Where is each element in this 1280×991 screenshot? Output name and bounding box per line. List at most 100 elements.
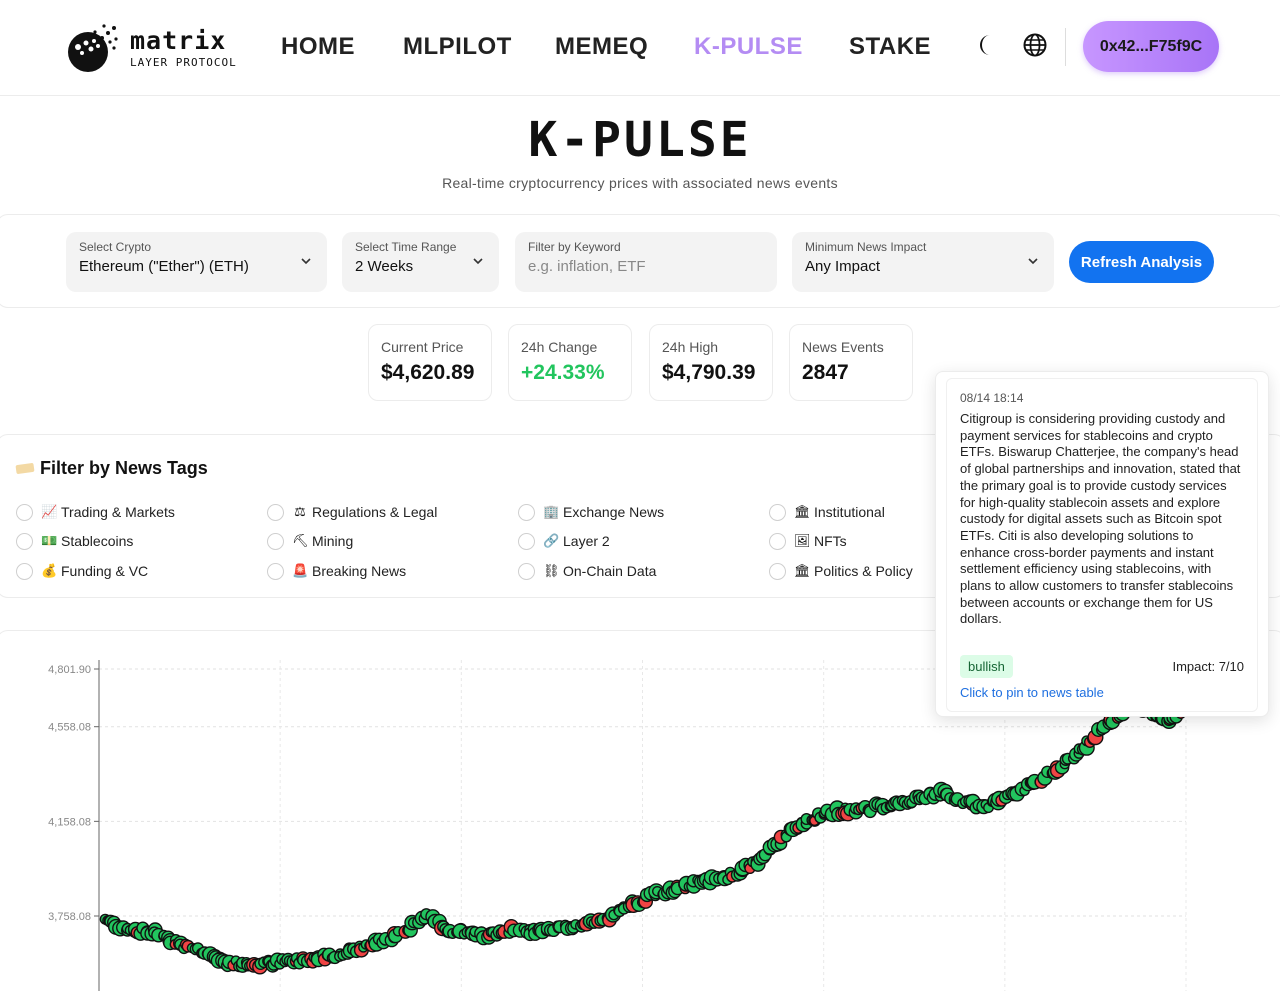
tag-trading-markets[interactable]: 📈 Trading & Markets bbox=[16, 502, 175, 522]
tag-label: Politics & Policy bbox=[814, 563, 913, 579]
checkbox[interactable] bbox=[518, 532, 535, 550]
tag-label: Stablecoins bbox=[61, 533, 134, 549]
tag-label: On-Chain Data bbox=[563, 563, 657, 579]
checkbox[interactable] bbox=[769, 503, 786, 521]
refresh-analysis-button[interactable]: Refresh Analysis bbox=[1069, 241, 1214, 283]
tag-icon bbox=[15, 462, 35, 475]
nav-memeq[interactable]: MEMEQ bbox=[555, 33, 648, 61]
news-tooltip[interactable]: 08/14 18:14 Citigroup is considering pro… bbox=[935, 371, 1269, 717]
tag-institutional[interactable]: 🏛 Institutional bbox=[769, 502, 885, 522]
brand-name: matrix bbox=[130, 26, 227, 55]
stat-value: $4,620.89 bbox=[381, 361, 475, 384]
keyword-filter-label: Filter by Keyword bbox=[528, 240, 621, 254]
checkbox[interactable] bbox=[267, 503, 284, 521]
stat-value: 2847 bbox=[802, 361, 849, 384]
top-header: matrix LAYER PROTOCOL HOME MLPILOT MEMEQ… bbox=[0, 0, 1280, 96]
stat-card-24h-change: 24h Change +24.33% bbox=[508, 324, 632, 401]
globe-icon[interactable] bbox=[1022, 32, 1048, 58]
checkbox[interactable] bbox=[518, 562, 535, 580]
stat-card-24h-high: 24h High $4,790.39 bbox=[649, 324, 773, 401]
checkbox[interactable] bbox=[769, 532, 786, 550]
tag-funding-vc[interactable]: 💰 Funding & VC bbox=[16, 561, 148, 581]
stat-value: +24.33% bbox=[521, 361, 605, 384]
checkbox[interactable] bbox=[267, 532, 284, 550]
stat-label: News Events bbox=[802, 339, 884, 355]
stat-label: Current Price bbox=[381, 339, 464, 355]
y-tick-label: 4,158.08 bbox=[48, 816, 91, 828]
checkbox[interactable] bbox=[518, 503, 535, 521]
tag-regulations-legal[interactable]: ⚖ Regulations & Legal bbox=[267, 502, 437, 522]
checkbox[interactable] bbox=[769, 562, 786, 580]
checkbox[interactable] bbox=[16, 503, 33, 521]
select-time-range-dropdown[interactable]: Select Time Range 2 Weeks bbox=[342, 232, 499, 292]
sentiment-badge: bullish bbox=[960, 654, 1013, 678]
minimum-impact-value: Any Impact bbox=[805, 258, 881, 275]
stat-value: $4,790.39 bbox=[662, 361, 756, 384]
impact-score: Impact: 7/10 bbox=[1172, 658, 1244, 674]
tag-politics-policy[interactable]: 🏛 Politics & Policy bbox=[769, 561, 913, 581]
tag-stablecoins[interactable]: 💵 Stablecoins bbox=[16, 531, 133, 551]
tooltip-text: Citigroup is considering providing custo… bbox=[960, 411, 1241, 627]
tag-label: Institutional bbox=[814, 504, 885, 520]
matrix-logo-icon bbox=[68, 24, 118, 72]
tag-label: NFTs bbox=[814, 533, 847, 549]
time-range-label: Select Time Range bbox=[355, 240, 457, 254]
stat-label: 24h High bbox=[662, 339, 719, 355]
tooltip-date: 08/14 18:14 bbox=[960, 391, 1024, 405]
select-crypto-value: Ethereum ("Ether") (ETH) bbox=[79, 258, 249, 275]
nav-mlpilot[interactable]: MLPILOT bbox=[403, 33, 512, 61]
y-tick-label: 4,801.90 bbox=[48, 664, 91, 676]
time-range-value: 2 Weeks bbox=[355, 258, 414, 275]
chevron-down-icon bbox=[1028, 258, 1038, 265]
tag-label: Mining bbox=[312, 533, 354, 549]
news-tags-title-text: Filter by News Tags bbox=[40, 458, 208, 478]
nav-k-pulse[interactable]: K-PULSE bbox=[694, 33, 803, 61]
bank-icon: 🏛 bbox=[794, 563, 811, 579]
checkbox[interactable] bbox=[16, 562, 33, 580]
bank-icon: 🏛 bbox=[794, 504, 811, 520]
page-subtitle: Real-time cryptocurrency prices with ass… bbox=[442, 175, 838, 191]
tag-breaking-news[interactable]: 🚨 Breaking News bbox=[267, 561, 406, 581]
moon-icon[interactable] bbox=[973, 32, 999, 58]
news-tags-title: Filter by News Tags bbox=[15, 458, 208, 479]
siren-icon: 🚨 bbox=[292, 563, 309, 579]
money-bag-icon: 💰 bbox=[41, 563, 58, 579]
tag-label: Breaking News bbox=[312, 563, 407, 579]
brand-logo[interactable]: matrix LAYER PROTOCOL bbox=[64, 20, 244, 76]
select-crypto-label: Select Crypto bbox=[79, 240, 152, 254]
chain-icon: ⛓ bbox=[543, 563, 560, 579]
tag-nfts[interactable]: 🖼 NFTs bbox=[769, 531, 847, 551]
picture-icon: 🖼 bbox=[794, 533, 811, 549]
scales-icon: ⚖ bbox=[294, 504, 306, 520]
pin-to-news-table-link[interactable]: Click to pin to news table bbox=[960, 685, 1104, 700]
nav-home[interactable]: HOME bbox=[281, 33, 355, 61]
chart-y-axis: 4,801.90 4,558.08 4,158.08 3,758.08 bbox=[48, 660, 100, 991]
tag-on-chain-data[interactable]: ⛓ On-Chain Data bbox=[518, 561, 656, 581]
tag-label: Layer 2 bbox=[563, 533, 610, 549]
tag-label: Trading & Markets bbox=[61, 504, 175, 520]
tooltip-footer: bullish Impact: 7/10 bbox=[960, 653, 1244, 679]
keyword-filter-input[interactable]: e.g. inflation, ETF bbox=[528, 258, 764, 275]
y-tick-label: 3,758.08 bbox=[48, 911, 91, 923]
chevron-down-icon bbox=[473, 258, 483, 265]
nav-stake[interactable]: STAKE bbox=[849, 33, 931, 61]
tag-exchange-news[interactable]: 🏢 Exchange News bbox=[518, 502, 664, 522]
tag-mining[interactable]: ⛏ Mining bbox=[267, 531, 353, 551]
dollar-bill-icon: 💵 bbox=[41, 533, 58, 549]
tag-label: Exchange News bbox=[563, 504, 665, 520]
tag-layer-2[interactable]: 🔗 Layer 2 bbox=[518, 531, 610, 551]
header-divider bbox=[1065, 28, 1066, 66]
tag-label: Regulations & Legal bbox=[312, 504, 438, 520]
minimum-impact-dropdown[interactable]: Minimum News Impact Any Impact bbox=[792, 232, 1054, 292]
checkbox[interactable] bbox=[267, 562, 284, 580]
checkbox[interactable] bbox=[16, 532, 33, 550]
link-icon: 🔗 bbox=[543, 533, 560, 549]
keyword-filter-field[interactable]: Filter by Keyword e.g. inflation, ETF bbox=[515, 232, 777, 292]
select-crypto-dropdown[interactable]: Select Crypto Ethereum ("Ether") (ETH) bbox=[66, 232, 327, 292]
stat-card-news-events: News Events 2847 bbox=[789, 324, 913, 401]
news-tooltip-card[interactable]: 08/14 18:14 Citigroup is considering pro… bbox=[946, 378, 1258, 712]
stat-card-current-price: Current Price $4,620.89 bbox=[368, 324, 492, 401]
page-title: K-PULSE bbox=[528, 112, 752, 168]
wallet-address-button[interactable]: 0x42...F75f9C bbox=[1083, 21, 1219, 72]
chevron-down-icon bbox=[301, 258, 311, 265]
